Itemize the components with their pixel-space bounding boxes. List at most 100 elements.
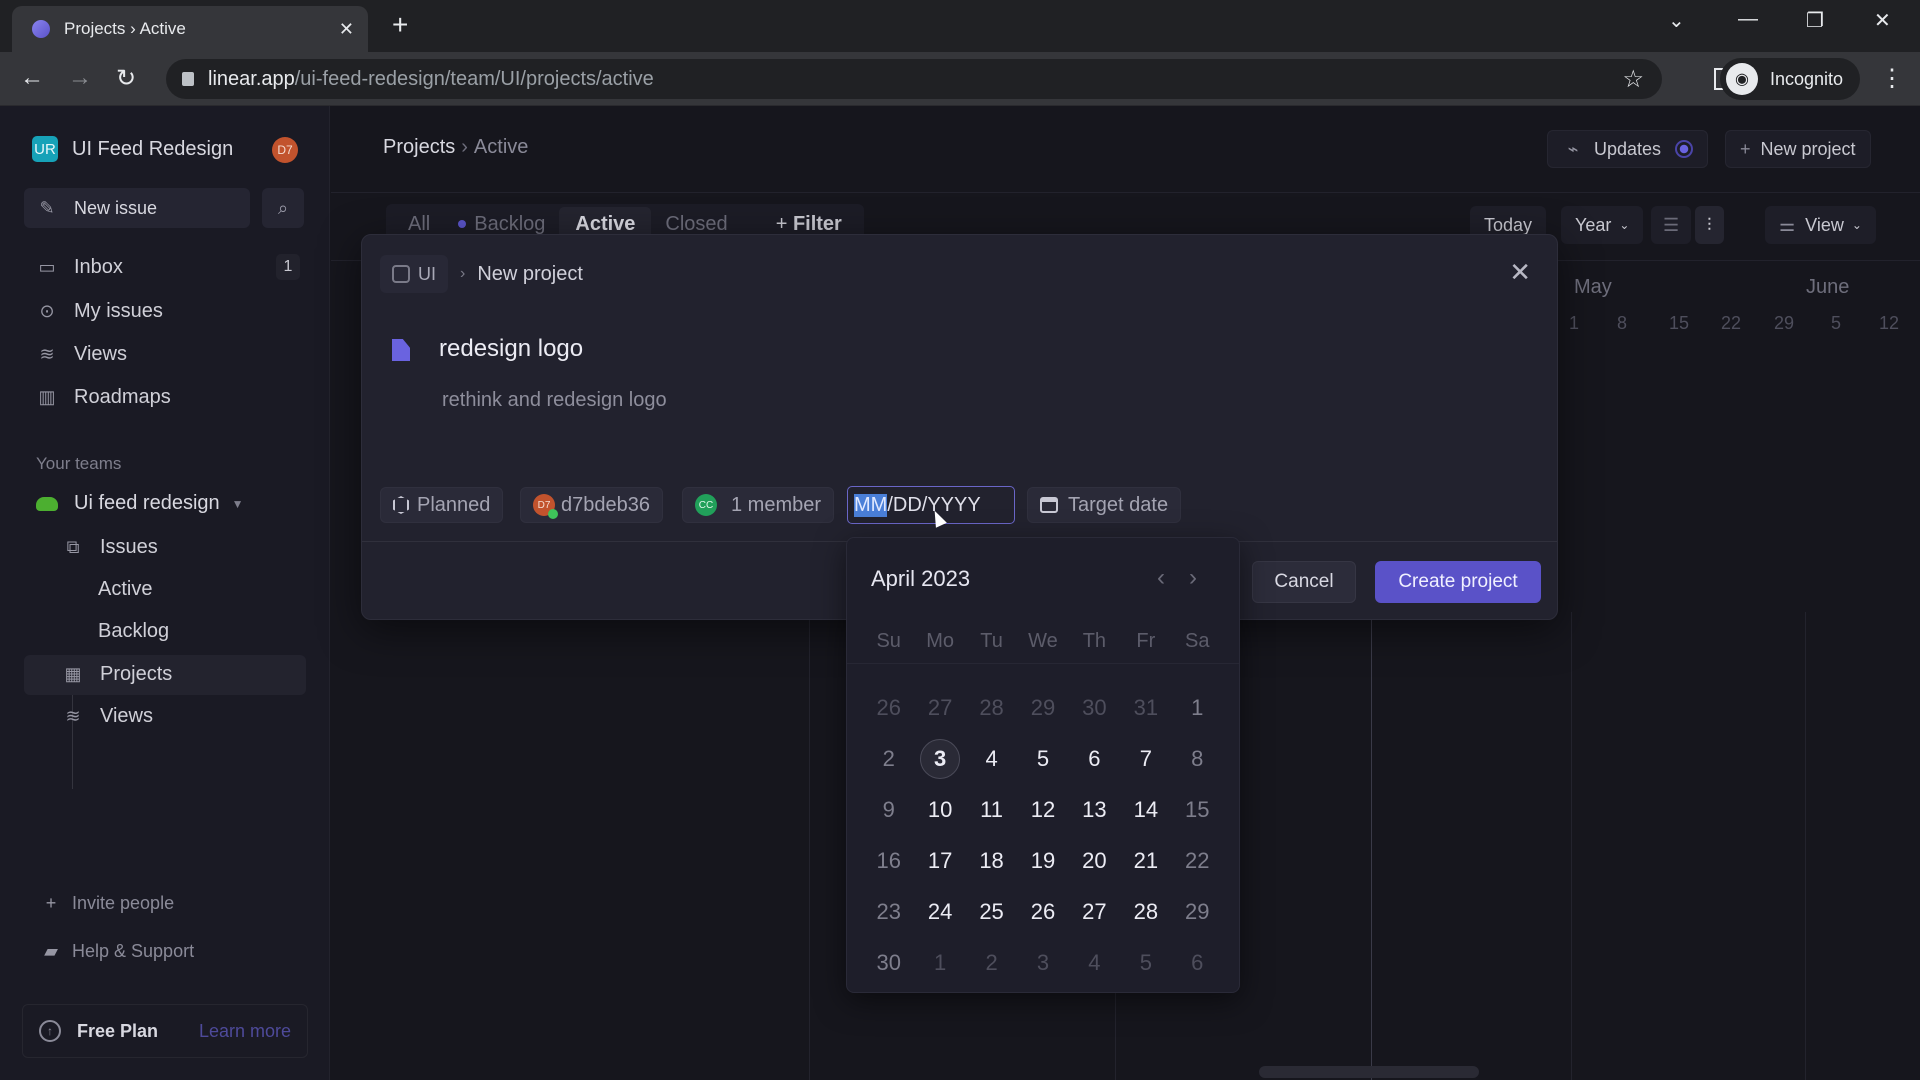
- workspace-switcher[interactable]: UR UI Feed Redesign: [32, 136, 233, 162]
- calendar-day[interactable]: 21: [1120, 835, 1171, 886]
- invite-people-button[interactable]: + Invite people: [40, 892, 174, 914]
- calendar-day[interactable]: 6: [1069, 733, 1120, 784]
- target-date-chip[interactable]: Target date: [1027, 487, 1182, 523]
- create-project-button[interactable]: Create project: [1375, 561, 1541, 603]
- team-item-views[interactable]: ≋ Views: [62, 705, 153, 728]
- new-project-button[interactable]: + New project: [1725, 130, 1871, 168]
- calendar-day[interactable]: 2: [966, 937, 1017, 988]
- calendar-day[interactable]: 4: [966, 733, 1017, 784]
- incognito-profile-button[interactable]: ◉ Incognito: [1720, 58, 1860, 100]
- team-item-projects[interactable]: ▦ Projects: [62, 663, 172, 686]
- restore-icon[interactable]: ❐: [1806, 8, 1824, 33]
- date-month-segment[interactable]: MM: [854, 493, 888, 517]
- sidebar-item-inbox[interactable]: ▭ Inbox: [36, 256, 122, 279]
- calendar-day[interactable]: 24: [914, 886, 965, 937]
- members-chip[interactable]: CC 1 member: [682, 487, 835, 523]
- calendar-day[interactable]: 1: [914, 937, 965, 988]
- calendar-day[interactable]: 17: [914, 835, 965, 886]
- calendar-day[interactable]: 29: [1172, 886, 1223, 937]
- calendar-day[interactable]: 7: [1120, 733, 1171, 784]
- timeline-week: 29: [1774, 313, 1795, 333]
- calendar-day[interactable]: 31: [1120, 682, 1171, 733]
- updates-button[interactable]: ⌁ Updates: [1547, 130, 1709, 168]
- lead-chip[interactable]: D7 d7bdeb36: [520, 487, 663, 523]
- sidebar-item-views[interactable]: ≋ Views: [36, 343, 127, 366]
- browser-menu-icon[interactable]: ⋮: [1880, 64, 1904, 93]
- new-issue-button[interactable]: ✎ New issue: [24, 188, 250, 228]
- calendar-day[interactable]: 1: [1172, 682, 1223, 733]
- browser-tab[interactable]: Projects › Active ✕: [12, 6, 368, 52]
- calendar-day[interactable]: 8: [1172, 733, 1223, 784]
- calendar-day[interactable]: 23: [863, 886, 914, 937]
- minimize-icon[interactable]: —: [1738, 8, 1758, 31]
- team-item-backlog[interactable]: Backlog: [98, 620, 169, 643]
- learn-more-link[interactable]: Learn more: [199, 1021, 291, 1042]
- calendar-day[interactable]: 15: [1172, 784, 1223, 835]
- user-avatar[interactable]: D7: [272, 137, 298, 163]
- reload-icon[interactable]: ↻: [116, 64, 136, 93]
- help-support-button[interactable]: ▰ Help & Support: [40, 940, 194, 962]
- calendar-day[interactable]: 5: [1120, 937, 1171, 988]
- calendar-day-today[interactable]: 3: [914, 733, 965, 784]
- calendar-day[interactable]: 20: [1069, 835, 1120, 886]
- url-bar[interactable]: linear.app /ui-feed-redesign/team/UI/pro…: [166, 59, 1662, 99]
- calendar-day[interactable]: 10: [914, 784, 965, 835]
- horizontal-scrollbar[interactable]: [1259, 1066, 1479, 1078]
- project-description-input[interactable]: rethink and redesign logo: [442, 389, 667, 412]
- calendar-day[interactable]: 4: [1069, 937, 1120, 988]
- tab-closed[interactable]: Closed: [651, 213, 741, 236]
- calendar-day[interactable]: 9: [863, 784, 914, 835]
- calendar-day[interactable]: 26: [1017, 886, 1068, 937]
- timeline-layout-button[interactable]: ⫶: [1695, 206, 1724, 244]
- sidebar-item-my-issues[interactable]: ⊙ My issues: [36, 300, 162, 323]
- calendar-day[interactable]: 26: [863, 682, 914, 733]
- calendar-day[interactable]: 19: [1017, 835, 1068, 886]
- filter-button[interactable]: + Filter: [762, 213, 856, 236]
- calendar-day[interactable]: 25: [966, 886, 1017, 937]
- cancel-button[interactable]: Cancel: [1252, 561, 1356, 603]
- team-item-active[interactable]: Active: [98, 578, 152, 601]
- calendar-day[interactable]: 14: [1120, 784, 1171, 835]
- back-icon[interactable]: ←: [20, 64, 44, 92]
- calendar-day[interactable]: 30: [1069, 682, 1120, 733]
- calendar-day[interactable]: 30: [863, 937, 914, 988]
- calendar-day[interactable]: 28: [966, 682, 1017, 733]
- view-options-button[interactable]: ⚌ View ⌄: [1765, 206, 1876, 244]
- new-tab-button[interactable]: +: [392, 10, 408, 40]
- calendar-day[interactable]: 12: [1017, 784, 1068, 835]
- next-month-icon[interactable]: ›: [1189, 564, 1197, 592]
- calendar-day[interactable]: 5: [1017, 733, 1068, 784]
- calendar-day[interactable]: 2: [863, 733, 914, 784]
- calendar-day[interactable]: 22: [1172, 835, 1223, 886]
- calendar-day[interactable]: 29: [1017, 682, 1068, 733]
- calendar-day[interactable]: 27: [1069, 886, 1120, 937]
- calendar-day[interactable]: 27: [914, 682, 965, 733]
- prev-month-icon[interactable]: ‹: [1157, 564, 1165, 592]
- breadcrumb-projects[interactable]: Projects: [383, 136, 455, 158]
- calendar-day[interactable]: 11: [966, 784, 1017, 835]
- search-button[interactable]: ⌕: [262, 188, 304, 228]
- bookmark-star-icon[interactable]: ☆: [1622, 65, 1644, 94]
- team-ui-feed-redesign[interactable]: Ui feed redesign ▼: [36, 492, 244, 515]
- team-selector-chip[interactable]: UI: [380, 255, 448, 293]
- calendar-day[interactable]: 6: [1172, 937, 1223, 988]
- close-window-icon[interactable]: ✕: [1874, 8, 1891, 33]
- tab-search-icon[interactable]: ⌄: [1668, 8, 1685, 33]
- calendar-day[interactable]: 13: [1069, 784, 1120, 835]
- tab-backlog[interactable]: Backlog: [444, 213, 559, 236]
- project-name-input[interactable]: redesign logo: [439, 335, 583, 363]
- forward-icon[interactable]: →: [68, 64, 92, 92]
- close-tab-icon[interactable]: ✕: [339, 19, 354, 40]
- calendar-day[interactable]: 28: [1120, 886, 1171, 937]
- zoom-level-dropdown[interactable]: Year ⌄: [1561, 206, 1644, 244]
- calendar-day[interactable]: 16: [863, 835, 914, 886]
- tab-all[interactable]: All: [394, 213, 444, 236]
- list-layout-button[interactable]: ☰: [1651, 206, 1692, 244]
- calendar-day[interactable]: 3: [1017, 937, 1068, 988]
- close-modal-icon[interactable]: ✕: [1509, 257, 1531, 288]
- project-icon-picker[interactable]: [384, 329, 418, 371]
- status-chip[interactable]: Planned: [380, 487, 504, 523]
- calendar-day[interactable]: 18: [966, 835, 1017, 886]
- sidebar-item-roadmaps[interactable]: ▥ Roadmaps: [36, 386, 170, 409]
- team-item-issues[interactable]: ⧉ Issues: [62, 536, 158, 559]
